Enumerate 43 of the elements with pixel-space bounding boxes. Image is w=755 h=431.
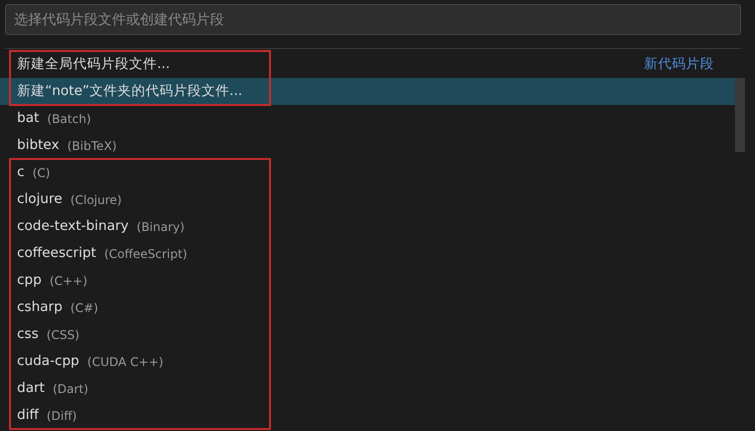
- language-id: code-text-binary: [17, 217, 129, 236]
- language-name: (CUDA C++): [87, 354, 164, 370]
- list-item[interactable]: dart (Dart): [0, 375, 735, 402]
- language-name: (C++): [50, 272, 88, 290]
- language-id: cpp: [17, 271, 42, 290]
- language-name: (Batch): [47, 110, 91, 128]
- list-item[interactable]: 新建全局代码片段文件... 新代码片段: [0, 51, 735, 78]
- language-name: (CoffeeScript): [104, 246, 188, 262]
- language-id: csharp: [17, 298, 62, 318]
- command-label: 新建“note”文件夹的代码片段文件...: [17, 82, 242, 102]
- language-name: (BibTeX): [67, 138, 117, 154]
- separator-label: 新代码片段: [644, 55, 714, 74]
- language-id: bibtex: [17, 136, 60, 156]
- language-id: cuda-cpp: [17, 352, 80, 372]
- language-id: clojure: [17, 190, 62, 210]
- language-name: (C): [32, 164, 50, 182]
- search-field[interactable]: 选择代码片段文件或创建代码片段: [5, 4, 741, 35]
- list-item[interactable]: csharp (C#): [0, 294, 735, 321]
- language-name: (Dart): [52, 380, 88, 398]
- list-item[interactable]: cpp (C++): [0, 267, 735, 294]
- list-item[interactable]: c (C): [0, 159, 735, 186]
- list-item[interactable]: css (CSS): [0, 321, 735, 348]
- list-item[interactable]: bibtex (BibTeX): [0, 132, 735, 159]
- language-name: (Clojure): [70, 192, 122, 208]
- language-id: bat: [17, 109, 40, 128]
- list-item[interactable]: clojure (Clojure): [0, 186, 735, 213]
- language-name: (Binary): [136, 218, 185, 236]
- language-name: (C#): [70, 300, 98, 316]
- language-name: (Diff): [46, 408, 77, 424]
- list-item[interactable]: cuda-cpp (CUDA C++): [0, 348, 735, 375]
- language-id: coffeescript: [17, 244, 96, 264]
- language-id: diff: [17, 406, 39, 426]
- language-id: css: [17, 325, 38, 344]
- list-item[interactable]: 新建“note”文件夹的代码片段文件...: [0, 78, 735, 105]
- command-label: 新建全局代码片段文件...: [17, 55, 170, 74]
- language-name: (CSS): [46, 326, 80, 344]
- language-id: c: [17, 163, 24, 182]
- list-item[interactable]: code-text-binary (Binary): [0, 213, 735, 240]
- list-item[interactable]: diff (Diff): [0, 402, 735, 429]
- language-id: dart: [17, 379, 45, 398]
- list-item[interactable]: coffeescript (CoffeeScript): [0, 240, 735, 267]
- scrollbar-thumb[interactable]: [735, 78, 745, 152]
- list-item[interactable]: bat (Batch): [0, 105, 735, 132]
